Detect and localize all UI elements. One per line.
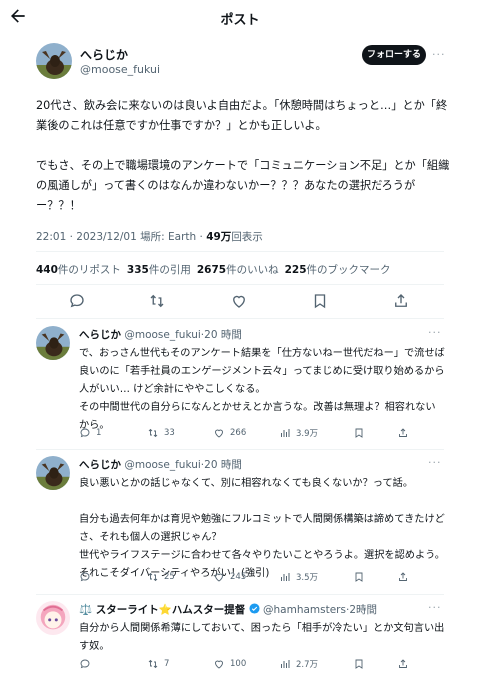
avatar[interactable]	[36, 326, 70, 360]
like-icon	[215, 660, 223, 669]
views-label: 回表示	[231, 231, 263, 243]
views-button[interactable]: 2.7万	[279, 657, 318, 671]
reply-post[interactable]: へらじか @moose_fukui·20 時間 ··· で、おっさん世代もそのア…	[36, 326, 446, 446]
moose-avatar-icon	[36, 326, 70, 360]
like-button[interactable]: 266	[213, 426, 246, 440]
bookmark-icon[interactable]	[311, 292, 329, 310]
author-handle[interactable]: @moose_fukui	[124, 329, 200, 341]
reply-post[interactable]: へらじか @moose_fukui·20 時間 ··· 良い悪いとかの話じゃなく…	[36, 456, 446, 590]
verified-badge-icon	[249, 603, 260, 614]
author-name[interactable]: へらじか	[80, 46, 128, 63]
quotes-stat[interactable]: 335件の引用	[127, 264, 191, 276]
views-icon	[281, 660, 290, 668]
repost-icon	[148, 659, 158, 669]
bookmark-icon[interactable]	[353, 570, 365, 584]
more-icon[interactable]: ···	[428, 327, 446, 338]
bookmarks-stat[interactable]: 225件のブックマーク	[285, 264, 391, 276]
like-icon[interactable]	[230, 292, 248, 310]
repost-button[interactable]: 33	[147, 426, 175, 440]
more-icon[interactable]: ···	[432, 49, 450, 60]
reply-button[interactable]: 1	[79, 426, 101, 440]
more-icon[interactable]: ···	[428, 457, 446, 468]
bookmark-icon[interactable]	[353, 426, 365, 440]
author-name[interactable]: ⚖️ スターライト⭐ハムスター提督	[79, 604, 245, 616]
reply-button[interactable]	[79, 657, 96, 671]
avatar[interactable]	[36, 456, 70, 490]
divider	[36, 449, 444, 450]
repost-icon	[148, 572, 158, 582]
repost-button[interactable]: 7	[147, 657, 169, 671]
share-icon[interactable]	[397, 570, 409, 584]
author-handle[interactable]: @hamhamsters	[263, 604, 346, 616]
moose-avatar-icon	[36, 43, 72, 79]
reply-icon	[80, 428, 90, 438]
author-handle[interactable]: @moose_fukui	[124, 459, 200, 471]
reply-header: へらじか @moose_fukui·20 時間	[79, 457, 242, 472]
reply-post[interactable]: ⚖️ スターライト⭐ハムスター提督 @hamhamsters·2時間 ··· 自…	[36, 601, 444, 678]
bookmark-icon[interactable]	[353, 657, 365, 671]
follow-button[interactable]: フォローする	[362, 45, 426, 65]
like-button[interactable]: 100	[213, 657, 246, 671]
anime-avatar-icon	[36, 601, 70, 635]
author-name[interactable]: へらじか	[79, 329, 121, 341]
top-bar: ポスト	[0, 0, 480, 34]
reply-actions: 7 100 2.7万	[79, 657, 409, 671]
divider	[36, 594, 444, 595]
views-icon	[281, 573, 290, 581]
post-meta: 22:01 · 2023/12/01 場所: Earth · 49万回表示	[36, 229, 263, 244]
reposts-stat[interactable]: 440件のリポスト	[36, 264, 121, 276]
reply-button[interactable]	[79, 570, 96, 584]
reply-time[interactable]: ·2時間	[346, 604, 377, 616]
avatar[interactable]	[36, 601, 70, 635]
more-icon[interactable]: ···	[428, 602, 446, 613]
post-actions	[36, 292, 444, 310]
page-title: ポスト	[220, 13, 260, 28]
reply-icon	[80, 572, 90, 582]
reply-actions: 25 245 3.5万	[79, 570, 409, 584]
divider	[36, 251, 444, 252]
repost-icon[interactable]	[148, 292, 166, 310]
views-button[interactable]: 3.5万	[279, 570, 318, 584]
divider	[36, 284, 444, 285]
divider	[36, 318, 444, 319]
views-button[interactable]: 3.9万	[279, 426, 318, 440]
like-icon	[215, 573, 223, 582]
reply-text: 自分から人間関係希薄にしておいて、困ったら「相手が冷たい」とか文句言い出す奴。	[79, 623, 445, 652]
like-button[interactable]: 245	[213, 570, 246, 584]
post-timestamp[interactable]: 22:01 · 2023/12/01 場所: Earth ·	[36, 231, 206, 243]
post-stats: 440件のリポスト 335件の引用 2675件のいいね 225件のブックマーク	[36, 262, 391, 277]
repost-icon	[148, 428, 158, 438]
reply-time[interactable]: ·20 時間	[201, 329, 242, 341]
reply-header: へらじか @moose_fukui·20 時間	[79, 327, 242, 342]
share-icon[interactable]	[397, 657, 409, 671]
reply-icon	[80, 659, 90, 669]
post-text: 20代さ、飲み会に来ないのは良いよ自由だよ。「休憩時間はちょっと…」とか「終業後…	[36, 99, 450, 212]
reply-icon[interactable]	[68, 292, 86, 310]
moose-avatar-icon	[36, 456, 70, 490]
reply-actions: 1 33 266 3.9万	[79, 426, 409, 440]
views-icon	[281, 429, 290, 437]
like-icon	[215, 429, 223, 438]
avatar[interactable]	[36, 43, 72, 79]
reply-header: ⚖️ スターライト⭐ハムスター提督 @hamhamsters·2時間	[79, 602, 377, 617]
reply-text: 良い悪いとかの話じゃなくて、別に相容れなくても良くないか？って話。 自分も過去何…	[79, 478, 445, 579]
share-icon[interactable]	[392, 292, 410, 310]
repost-button[interactable]: 25	[147, 570, 175, 584]
author-handle[interactable]: @moose_fukui	[80, 63, 160, 76]
share-icon[interactable]	[397, 426, 409, 440]
author-name[interactable]: へらじか	[79, 459, 121, 471]
reply-text: で、おっさん世代もそのアンケート結果を「仕方ないねー世代だねー」で流せば良いのに…	[79, 348, 445, 431]
likes-stat[interactable]: 2675件のいいね	[197, 264, 279, 276]
star-emoji-icon: ⭐	[158, 604, 172, 616]
reply-time[interactable]: ·20 時間	[201, 459, 242, 471]
views-count: 49万	[206, 231, 232, 243]
